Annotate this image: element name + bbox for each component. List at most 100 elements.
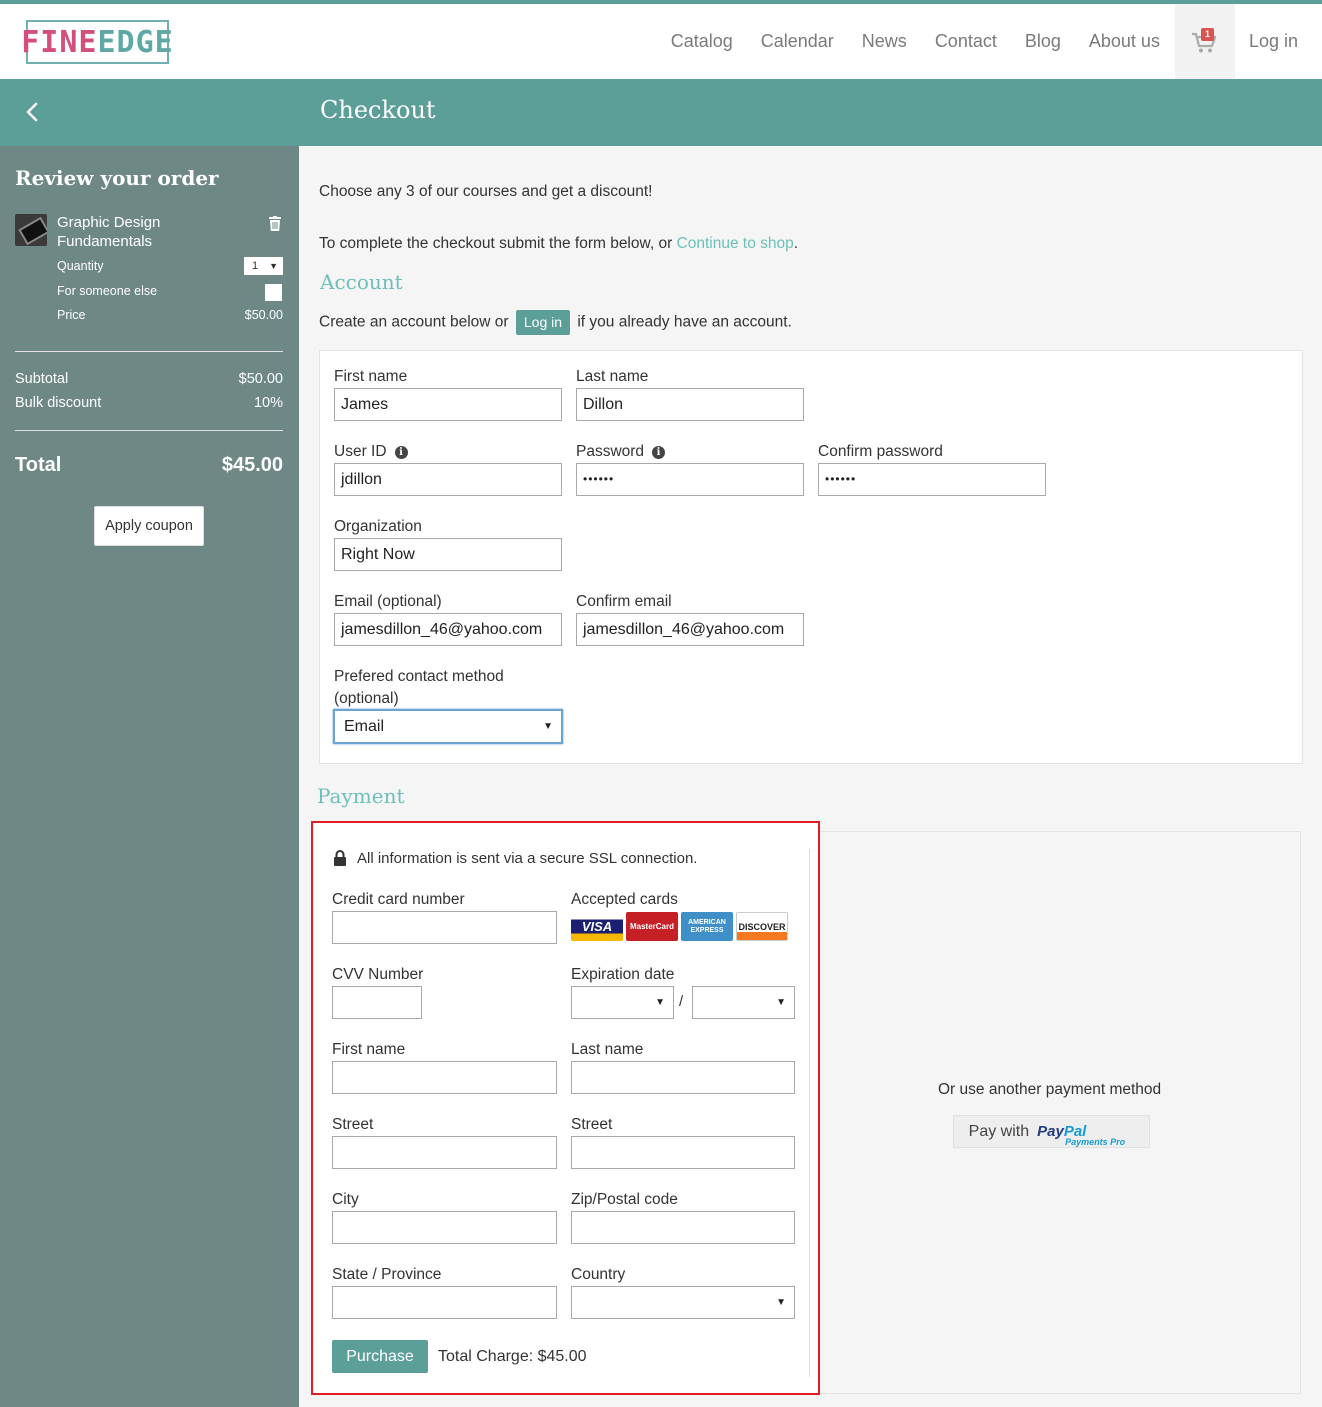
info-icon[interactable]: i xyxy=(394,446,408,459)
cvv-input[interactable] xyxy=(332,986,422,1019)
cart-button[interactable]: 1 xyxy=(1174,4,1235,79)
state-label: State / Province xyxy=(332,1266,442,1283)
divider xyxy=(15,351,283,352)
cc-number-input[interactable] xyxy=(332,911,557,944)
lock-icon xyxy=(334,850,346,866)
chevron-down-icon: ▼ xyxy=(269,261,278,271)
street2-input[interactable] xyxy=(571,1136,795,1169)
price-value: $50.00 xyxy=(244,308,283,322)
quantity-label: Quantity xyxy=(57,259,104,273)
back-chevron-icon[interactable] xyxy=(22,101,44,123)
total-charge: Total Charge: $45.00 xyxy=(438,1348,587,1365)
subtotal-value: $50.00 xyxy=(238,371,283,387)
contact-method-optional: (optional) xyxy=(334,690,399,707)
chevron-down-icon: ▼ xyxy=(776,1297,786,1308)
order-review-sidebar: Review your order Graphic Design Fundame… xyxy=(0,146,299,1407)
discount-label: Bulk discount xyxy=(15,395,102,411)
someone-else-label: For someone else xyxy=(57,284,158,298)
expiration-label: Expiration date xyxy=(571,966,675,983)
cc-number-label: Credit card number xyxy=(332,891,465,908)
page-title: Checkout xyxy=(320,96,436,124)
nav-about-us[interactable]: About us xyxy=(1075,4,1174,79)
complete-text: To complete the checkout submit the form… xyxy=(319,235,799,252)
nav-contact[interactable]: Contact xyxy=(921,4,1011,79)
alt-payment-panel xyxy=(819,831,1301,1394)
chevron-down-icon: ▼ xyxy=(543,721,553,732)
accepted-cards: VISA MasterCard AMERICAN EXPRESS DISCOVE… xyxy=(571,912,788,941)
zip-label: Zip/Postal code xyxy=(571,1191,678,1208)
quantity-select[interactable]: 1 ▼ xyxy=(244,257,283,275)
purchase-button[interactable]: Purchase xyxy=(332,1340,428,1373)
total-value: $45.00 xyxy=(221,454,283,476)
exp-year-select[interactable]: ▼ xyxy=(692,986,795,1019)
account-heading: Account xyxy=(320,270,403,294)
payment-heading: Payment xyxy=(317,784,405,808)
review-heading: Review your order xyxy=(15,166,219,190)
visa-card-icon: VISA xyxy=(571,912,623,941)
exp-month-select[interactable]: ▼ xyxy=(571,986,674,1019)
fine-edge-logo[interactable]: FINE EDGE xyxy=(21,20,173,64)
someone-else-checkbox[interactable] xyxy=(265,284,282,301)
email-input[interactable]: jamesdillon_46@yahoo.com xyxy=(334,613,562,646)
account-login-button[interactable]: Log in xyxy=(515,310,571,335)
first-name-input[interactable]: James xyxy=(334,388,562,421)
pay-last-name-label: Last name xyxy=(571,1041,644,1058)
divider xyxy=(809,849,810,1377)
city-label: City xyxy=(332,1191,359,1208)
userid-input[interactable]: jdillon xyxy=(334,463,562,496)
mastercard-icon: MasterCard xyxy=(626,912,678,941)
email-label: Email (optional) xyxy=(334,593,442,610)
alt-payment-text: Or use another payment method xyxy=(938,1081,1162,1098)
confirm-password-input[interactable]: •••••• xyxy=(818,463,1046,496)
amex-card-icon: AMERICAN EXPRESS xyxy=(681,912,733,941)
pay-first-name-label: First name xyxy=(332,1041,406,1058)
info-icon[interactable]: i xyxy=(652,446,666,459)
site-header: FINE EDGE Catalog Calendar News Contact B… xyxy=(0,4,1322,79)
paypal-button[interactable]: Pay with PayPal Payments Pro xyxy=(953,1115,1150,1148)
street-input[interactable] xyxy=(332,1136,557,1169)
trash-icon[interactable] xyxy=(268,216,282,231)
state-input[interactable] xyxy=(332,1286,557,1319)
confirm-email-label: Confirm email xyxy=(576,593,672,610)
pay-last-name-input[interactable] xyxy=(571,1061,795,1094)
nav-news[interactable]: News xyxy=(848,4,921,79)
contact-method-select[interactable]: Email ▼ xyxy=(333,709,563,744)
discover-card-icon: DISCOVER xyxy=(736,912,788,941)
pay-first-name-input[interactable] xyxy=(332,1061,557,1094)
chevron-down-icon: ▼ xyxy=(655,997,665,1008)
cart-count-badge: 1 xyxy=(1200,28,1214,41)
country-label: Country xyxy=(571,1266,626,1283)
checkout-titlebar: Checkout xyxy=(0,79,1322,146)
organization-label: Organization xyxy=(334,518,422,535)
paypal-logo: PayPal Payments Pro xyxy=(1037,1123,1126,1147)
account-login-text: Create an account below or Log in if you… xyxy=(319,310,792,335)
first-name-label: First name xyxy=(334,368,408,385)
password-input[interactable]: •••••• xyxy=(576,463,804,496)
apply-coupon-button[interactable]: Apply coupon xyxy=(94,506,204,546)
price-label: Price xyxy=(57,308,86,322)
chevron-down-icon: ▼ xyxy=(776,997,786,1008)
zip-input[interactable] xyxy=(571,1211,795,1244)
discount-value: 10% xyxy=(253,395,283,411)
organization-input[interactable]: Right Now xyxy=(334,538,562,571)
userid-label: User ID i xyxy=(334,443,408,461)
confirm-password-label: Confirm password xyxy=(818,443,943,460)
nav-blog[interactable]: Blog xyxy=(1011,4,1075,79)
accepted-cards-label: Accepted cards xyxy=(571,891,678,908)
country-select[interactable]: ▼ xyxy=(571,1286,795,1319)
continue-shopping-link[interactable]: Continue to shop xyxy=(677,235,794,252)
product-name: Graphic Design Fundamentals xyxy=(57,214,161,250)
last-name-label: Last name xyxy=(576,368,649,385)
total-label: Total xyxy=(15,454,62,476)
promo-text: Choose any 3 of our courses and get a di… xyxy=(319,183,653,200)
nav-catalog[interactable]: Catalog xyxy=(657,4,747,79)
last-name-input[interactable]: Dillon xyxy=(576,388,804,421)
password-label: Password i xyxy=(576,443,666,461)
subtotal-label: Subtotal xyxy=(15,371,69,387)
nav-login[interactable]: Log in xyxy=(1235,4,1322,79)
confirm-email-input[interactable]: jamesdillon_46@yahoo.com xyxy=(576,613,804,646)
city-input[interactable] xyxy=(332,1211,557,1244)
product-thumbnail xyxy=(15,214,47,246)
main-nav: Catalog Calendar News Contact Blog About… xyxy=(657,4,1322,79)
nav-calendar[interactable]: Calendar xyxy=(747,4,848,79)
